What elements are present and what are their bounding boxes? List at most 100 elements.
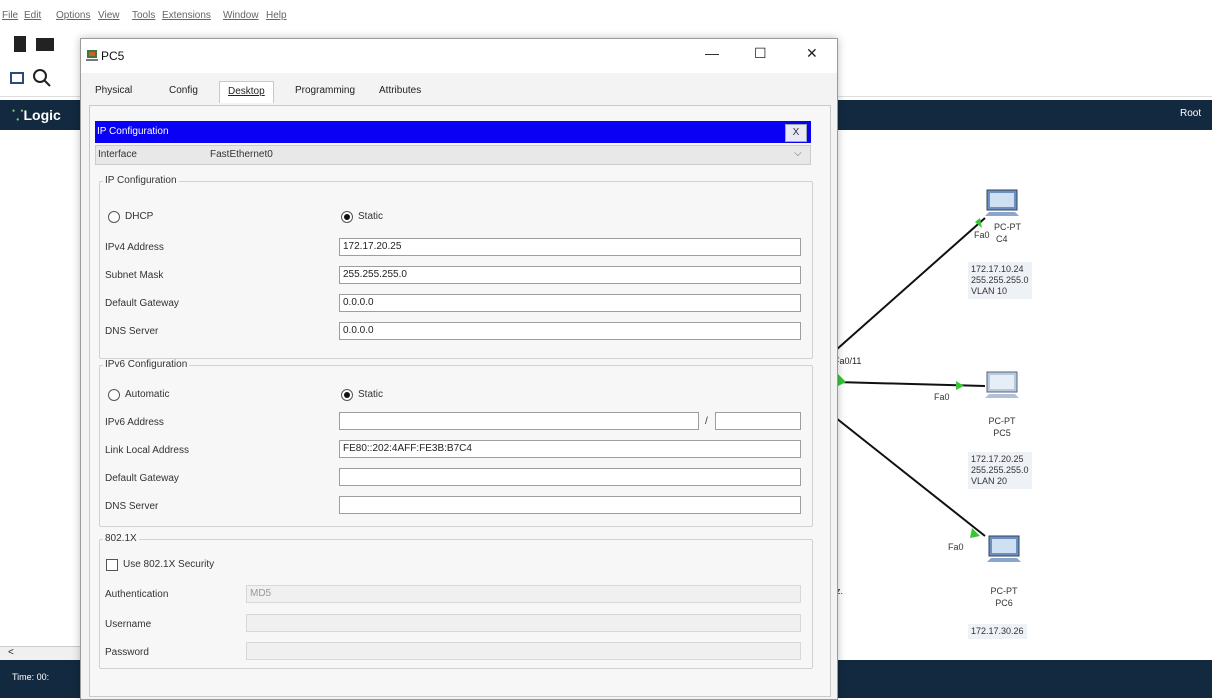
default-gateway-input[interactable]: 0.0.0.0 <box>339 294 801 312</box>
use-8021x-label: Use 802.1X Security <box>123 559 215 570</box>
ipv6-default-gateway-label: Default Gateway <box>105 473 179 484</box>
chevron-down-icon[interactable]: ⌵ <box>794 148 802 159</box>
pc5-port-label: Fa0 <box>934 392 950 402</box>
ipv6-static-label: Static <box>358 389 384 400</box>
password-input[interactable] <box>246 642 801 660</box>
link-local-address-label: Link Local Address <box>105 445 189 456</box>
dns-server-input[interactable]: 0.0.0.0 <box>339 322 801 340</box>
pc5-ip: 172.17.20.25 <box>971 454 1024 464</box>
pc6-port-label: Fa0 <box>948 542 964 552</box>
pc4-vlan: VLAN 10 <box>971 286 1008 296</box>
logic-label[interactable]: ⸪Logic <box>12 106 61 125</box>
tab-programming[interactable]: Programming <box>295 85 355 96</box>
pc5-model-label: PC-PT <box>988 416 1016 426</box>
default-gateway-label: Default Gateway <box>105 298 179 309</box>
open-folder-icon[interactable] <box>36 38 54 51</box>
pc5-computer-icon[interactable] <box>983 370 1023 406</box>
menu-bar: File Edit Options View Tools Extensions … <box>0 0 1212 24</box>
use-8021x-checkbox[interactable] <box>106 559 118 571</box>
time-label: Time: 00: <box>12 672 50 682</box>
logical-view-icon: ⸪ <box>12 107 24 123</box>
maximize-button[interactable]: ☐ <box>754 45 767 62</box>
menu-help[interactable]: Help <box>266 10 287 21</box>
menu-edit[interactable]: Edit <box>24 10 41 21</box>
ipv6-automatic-label: Automatic <box>125 389 170 400</box>
menu-window[interactable]: Window <box>223 10 259 21</box>
switch-port-label: Fa0/11 <box>834 356 862 366</box>
menu-file[interactable]: File <box>2 10 18 21</box>
ipv6-address-label: IPv6 Address <box>105 417 164 428</box>
ipv6-dns-server-label: DNS Server <box>105 501 159 512</box>
pc6-computer-icon[interactable] <box>985 534 1025 570</box>
scroll-left-arrow[interactable]: < <box>8 647 14 658</box>
password-label: Password <box>105 647 149 658</box>
tab-bar: Physical Config Desktop Programming Attr… <box>89 81 829 105</box>
pc6-info-box: 172.17.30.26 <box>968 624 1027 639</box>
interface-select[interactable]: FastEthernet0 <box>210 149 273 160</box>
interface-row: Interface FastEthernet0 ⌵ <box>95 145 811 165</box>
link-status-switch <box>838 374 846 386</box>
menu-options[interactable]: Options <box>56 10 90 21</box>
subnet-mask-input[interactable]: 255.255.255.0 <box>339 266 801 284</box>
ipv6-automatic-radio[interactable] <box>108 389 120 401</box>
username-label: Username <box>105 619 152 630</box>
link-pc6 <box>835 417 986 537</box>
pc6-ip: 172.17.30.26 <box>971 626 1024 636</box>
tab-desktop[interactable]: Desktop <box>219 81 274 103</box>
pc5-window: PC5 — ☐ ✕ Physical Config Desktop Progra… <box>80 38 838 700</box>
menu-extensions[interactable]: Extensions <box>162 10 211 21</box>
ipv4-group-title: IP Configuration <box>103 175 179 186</box>
link-pc4 <box>835 217 986 351</box>
link-local-address-input[interactable]: FE80::202:4AFF:FE3B:B7C4 <box>339 440 801 458</box>
dns-server-label: DNS Server <box>105 326 159 337</box>
ipv6-static-radio[interactable] <box>341 389 353 401</box>
pc4-info-box: 172.17.10.24 255.255.255.0 VLAN 10 <box>968 262 1032 299</box>
ipv4-static-label: Static <box>358 211 384 222</box>
prefix-separator: / <box>705 416 708 427</box>
pc4-computer-icon[interactable] <box>983 188 1023 224</box>
ipv6-dns-server-input[interactable] <box>339 496 801 514</box>
search-icon[interactable] <box>32 68 52 88</box>
close-button[interactable]: ✕ <box>806 45 818 62</box>
ipv6-address-input[interactable] <box>339 412 699 430</box>
ipv4-address-input[interactable]: 172.17.20.25 <box>339 238 801 256</box>
pc4-name-label: C4 <box>996 234 1008 244</box>
ipv4-address-label: IPv4 Address <box>105 242 164 253</box>
authentication-select[interactable]: MD5 <box>246 585 801 603</box>
pc4-ip: 172.17.10.24 <box>971 264 1024 274</box>
ip-configuration-header: IP Configuration X <box>95 121 811 143</box>
tab-attributes[interactable]: Attributes <box>379 85 421 96</box>
ipv6-group-title: IPv6 Configuration <box>103 359 190 370</box>
select-tool-icon[interactable] <box>10 72 24 84</box>
menu-view[interactable]: View <box>98 10 120 21</box>
window-titlebar[interactable]: PC5 — ☐ ✕ <box>81 39 837 73</box>
username-input[interactable] <box>246 614 801 632</box>
pc5-name-label: PC5 <box>993 428 1011 438</box>
new-file-icon[interactable] <box>14 36 26 52</box>
pc5-info-box: 172.17.20.25 255.255.255.0 VLAN 20 <box>968 452 1032 489</box>
interface-label: Interface <box>98 149 137 160</box>
dhcp-radio[interactable] <box>108 211 120 223</box>
tab-config[interactable]: Config <box>169 85 198 96</box>
dot1x-group-title: 802.1X <box>103 533 139 544</box>
menu-tools[interactable]: Tools <box>132 10 155 21</box>
horizontal-scrollbar[interactable]: < <box>0 646 80 661</box>
minimize-button[interactable]: — <box>705 45 719 61</box>
ip-configuration-title: IP Configuration <box>97 126 169 137</box>
pc4-mask: 255.255.255.0 <box>971 275 1029 285</box>
dhcp-label: DHCP <box>125 211 154 222</box>
root-label[interactable]: Root <box>1180 108 1201 119</box>
subnet-mask-label: Subnet Mask <box>105 270 164 281</box>
tab-physical[interactable]: Physical <box>95 85 132 96</box>
authentication-label: Authentication <box>105 589 169 600</box>
pc6-name-label: PC6 <box>995 598 1013 608</box>
ipv6-prefix-input[interactable] <box>715 412 801 430</box>
ipv6-default-gateway-input[interactable] <box>339 468 801 486</box>
pc5-mask: 255.255.255.0 <box>971 465 1029 475</box>
window-title: PC5 <box>101 49 125 63</box>
link-status-pc5 <box>956 381 964 390</box>
ipv4-static-radio[interactable] <box>341 211 353 223</box>
ip-configuration-close-button[interactable]: X <box>785 124 807 142</box>
pc6-model-label: PC-PT <box>990 586 1018 596</box>
pc4-port-label: Fa0 <box>974 230 990 240</box>
